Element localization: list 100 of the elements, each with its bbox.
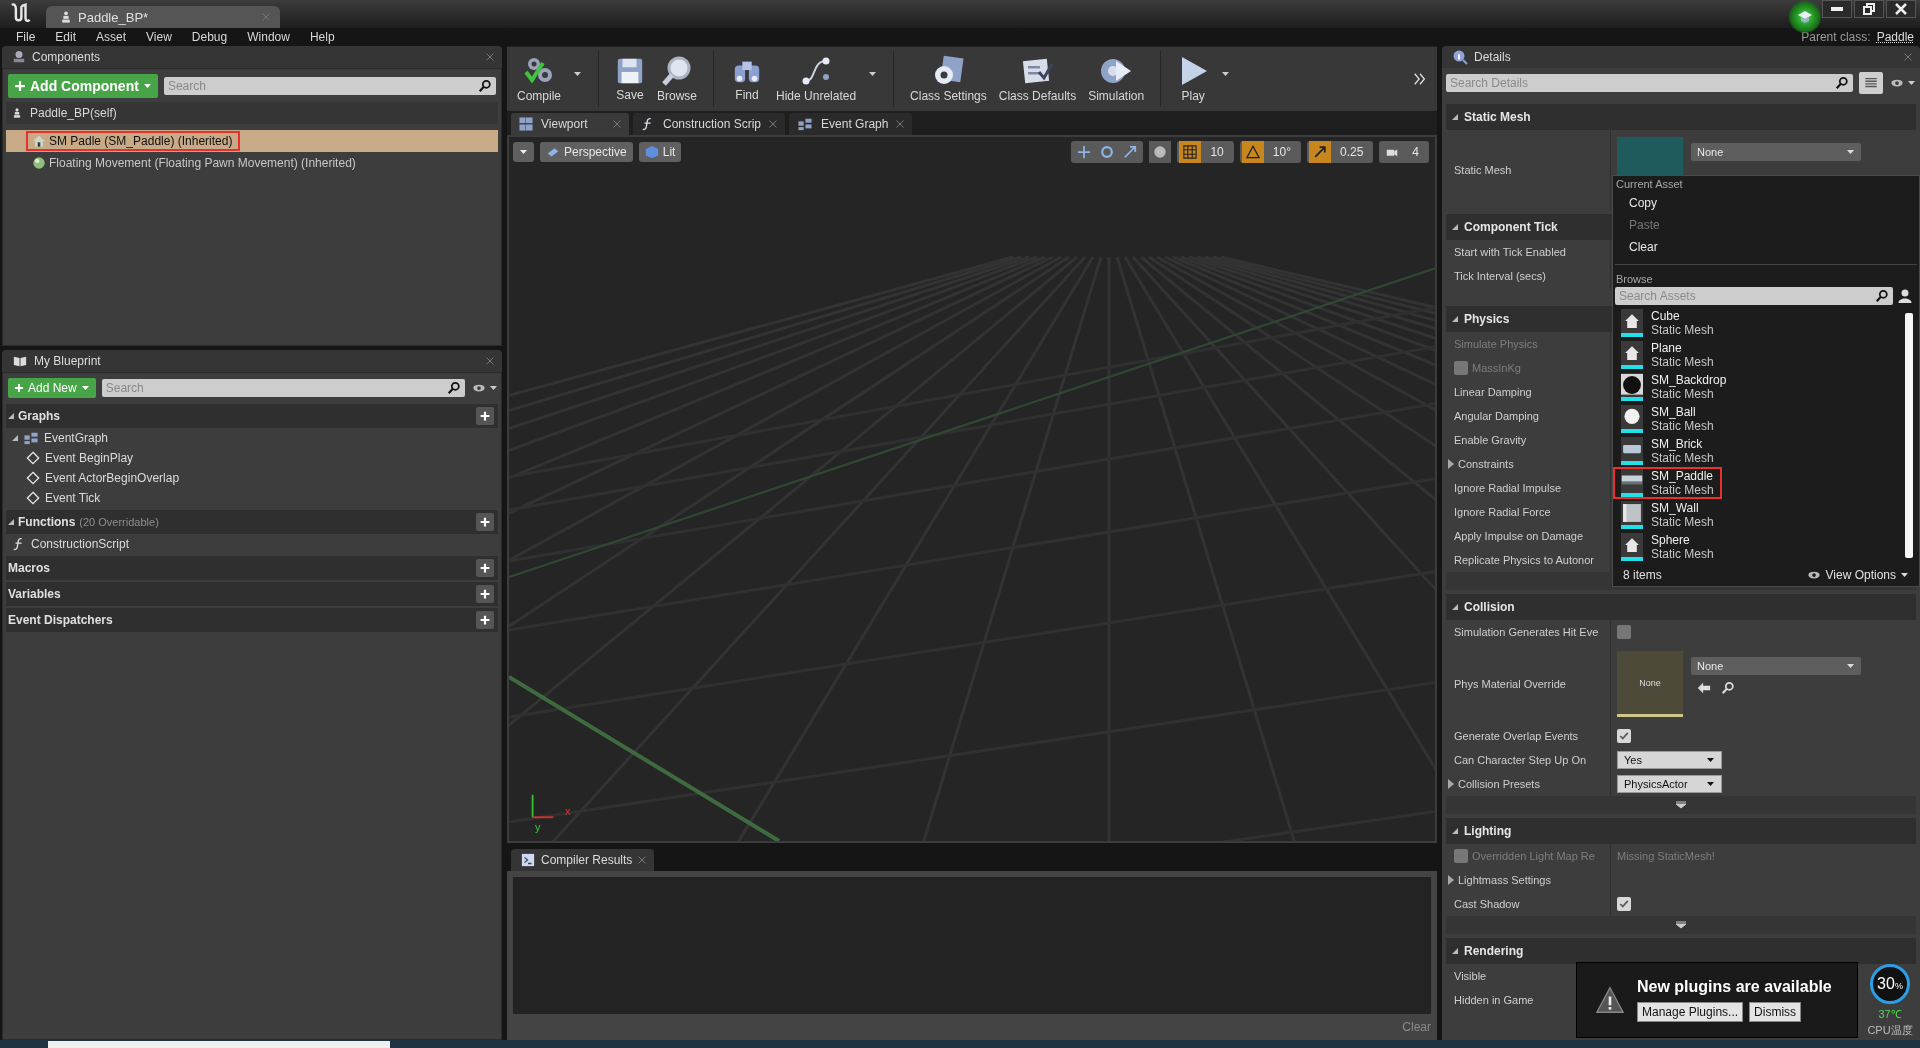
compiler-results-tab[interactable]: Compiler Results [511, 849, 655, 871]
close-icon [896, 120, 905, 128]
section-header[interactable]: Macros [8, 561, 51, 575]
add-button[interactable] [476, 611, 494, 629]
add-button[interactable] [476, 559, 494, 577]
mesh-entry[interactable]: Plane Static Mesh [1613, 339, 1722, 371]
asset-thumbnail[interactable]: None [1617, 651, 1683, 717]
notification-button[interactable]: Manage Plugins... [1637, 1002, 1744, 1022]
restore-button[interactable] [1854, 0, 1884, 18]
editor-tab[interactable]: Viewport [511, 113, 629, 135]
snap-toggle[interactable] [1241, 141, 1264, 163]
section-header[interactable]: Rendering [1464, 944, 1524, 958]
plus-icon [14, 80, 26, 92]
toolbar-button[interactable]: Class Defaults [992, 47, 1083, 111]
section-header[interactable]: Physics [1464, 312, 1510, 326]
add-button[interactable] [476, 407, 494, 425]
list-view-button[interactable] [1859, 72, 1883, 94]
view-options-button[interactable] [1889, 77, 1916, 89]
property-label: Start with Tick Enabled [1454, 246, 1566, 258]
expand-arrow-icon[interactable] [1448, 779, 1454, 789]
menu-item[interactable]: Help [299, 30, 345, 44]
section-header[interactable]: Event Dispatchers [8, 613, 113, 627]
search-field[interactable]: Search Details [1446, 74, 1853, 92]
menu-item[interactable]: Copy [1613, 192, 1919, 214]
mesh-entry[interactable]: SM_Brick Static Mesh [1613, 435, 1722, 467]
menu-item[interactable]: Edit [45, 30, 87, 44]
menu-item[interactable]: Clear [1613, 236, 1919, 258]
lighting-mode-button[interactable]: Lit [638, 142, 682, 162]
mesh-entry[interactable]: Sphere Static Mesh [1613, 531, 1722, 563]
asset-picker[interactable]: None [1691, 657, 1861, 675]
mesh-entry[interactable]: SM_Wall Static Mesh [1613, 499, 1722, 531]
expand-arrow-icon[interactable] [1448, 459, 1454, 469]
add-button[interactable] [476, 513, 494, 531]
menu-item[interactable]: Asset [86, 30, 137, 44]
menu-item[interactable]: Window [237, 30, 300, 44]
my-blueprint-tab[interactable]: My Blueprint [2, 350, 502, 372]
section-header[interactable]: Graphs [18, 409, 60, 423]
menu-item[interactable]: File [6, 30, 46, 44]
search-field[interactable]: Search Assets [1615, 287, 1893, 305]
coordinate-button[interactable] [1149, 141, 1172, 163]
tree-item[interactable]: Event Tick [45, 491, 101, 505]
search-field[interactable]: Search [163, 77, 496, 95]
toolbar-button[interactable]: Compile [511, 47, 567, 111]
minimize-button[interactable] [1822, 0, 1852, 18]
components-tab[interactable]: Components [2, 46, 502, 68]
component-row[interactable]: Floating Movement (Floating Pawn Movement) (Inherited) [6, 152, 498, 174]
checkbox[interactable] [1617, 897, 1631, 911]
tree-item[interactable]: Event BeginPlay [45, 451, 134, 465]
search-field[interactable]: Search [101, 379, 465, 397]
toolbar-button[interactable]: Simulation [1082, 47, 1151, 111]
combo-box[interactable]: PhysicsActor [1617, 775, 1722, 793]
toolbar-button[interactable]: Browse [651, 47, 704, 111]
parent-class-link[interactable]: Paddle [1876, 30, 1914, 44]
mesh-entry[interactable]: SM_Backdrop Static Mesh [1613, 371, 1735, 403]
snap-toggle[interactable] [1179, 141, 1202, 163]
asset-picker[interactable]: None [1691, 143, 1861, 161]
mesh-entry[interactable]: Cube Static Mesh [1613, 307, 1722, 339]
toolbar-button[interactable]: Save [609, 47, 651, 111]
add-button[interactable] [476, 585, 494, 603]
section-header[interactable]: Lighting [1464, 824, 1512, 838]
scrollbar[interactable] [1905, 313, 1913, 558]
checkbox[interactable] [1617, 729, 1631, 743]
component-row[interactable]: SM Padle (SM_Paddle) (Inherited) [6, 130, 498, 152]
menu-item[interactable]: Debug [181, 30, 238, 44]
view-mode-button[interactable]: Perspective [540, 142, 633, 162]
view-options-button[interactable] [471, 382, 498, 394]
mesh-entry[interactable]: SM_Paddle Static Mesh [1613, 467, 1722, 499]
section-header[interactable]: Collision [1464, 600, 1515, 614]
property-label: Phys Material Override [1454, 678, 1566, 690]
combo-box[interactable]: Yes [1617, 751, 1722, 769]
toolbar-button[interactable]: Play [1171, 47, 1216, 111]
tree-item[interactable]: Event ActorBeginOverlap [45, 471, 180, 485]
editor-tab[interactable]: Construction Scrip [633, 113, 786, 135]
toolbar-button[interactable]: Class Settings [904, 47, 993, 111]
tree-item[interactable]: ConstructionScript [31, 537, 130, 551]
tree-item[interactable]: Paddle_BP(self) [30, 106, 117, 120]
toolbar-button[interactable]: Hide Unrelated [770, 47, 863, 111]
section-header[interactable]: Functions [18, 515, 76, 529]
advanced-toggle[interactable] [1446, 916, 1916, 934]
toolbar-button[interactable]: Find [724, 47, 771, 111]
snap-toggle[interactable] [1308, 141, 1331, 163]
close-button[interactable] [1886, 0, 1916, 18]
details-tab[interactable]: Details [1442, 46, 1920, 68]
mesh-entry[interactable]: SM_Ball Static Mesh [1613, 403, 1722, 435]
editor-tab[interactable]: Event Graph [789, 113, 913, 135]
expand-arrow-icon[interactable] [1448, 875, 1454, 885]
checkbox[interactable] [1617, 625, 1631, 639]
section-header[interactable]: Variables [8, 587, 61, 601]
section-header[interactable]: Static Mesh [1464, 110, 1531, 124]
taskbar-search-field[interactable] [48, 1041, 390, 1048]
advanced-toggle[interactable] [1446, 796, 1916, 814]
viewport-menu-button[interactable] [513, 142, 534, 162]
document-tab[interactable]: Paddle_BP* [46, 6, 280, 28]
menu-item[interactable]: View [136, 30, 182, 44]
tree-item[interactable]: EventGraph [44, 431, 109, 445]
section-header[interactable]: Component Tick [1464, 220, 1558, 234]
view-options-button[interactable]: View Options [1799, 567, 1915, 583]
notification-button[interactable]: Dismiss [1749, 1002, 1802, 1022]
graph-icon [797, 117, 814, 131]
caret-icon [1900, 572, 1909, 578]
